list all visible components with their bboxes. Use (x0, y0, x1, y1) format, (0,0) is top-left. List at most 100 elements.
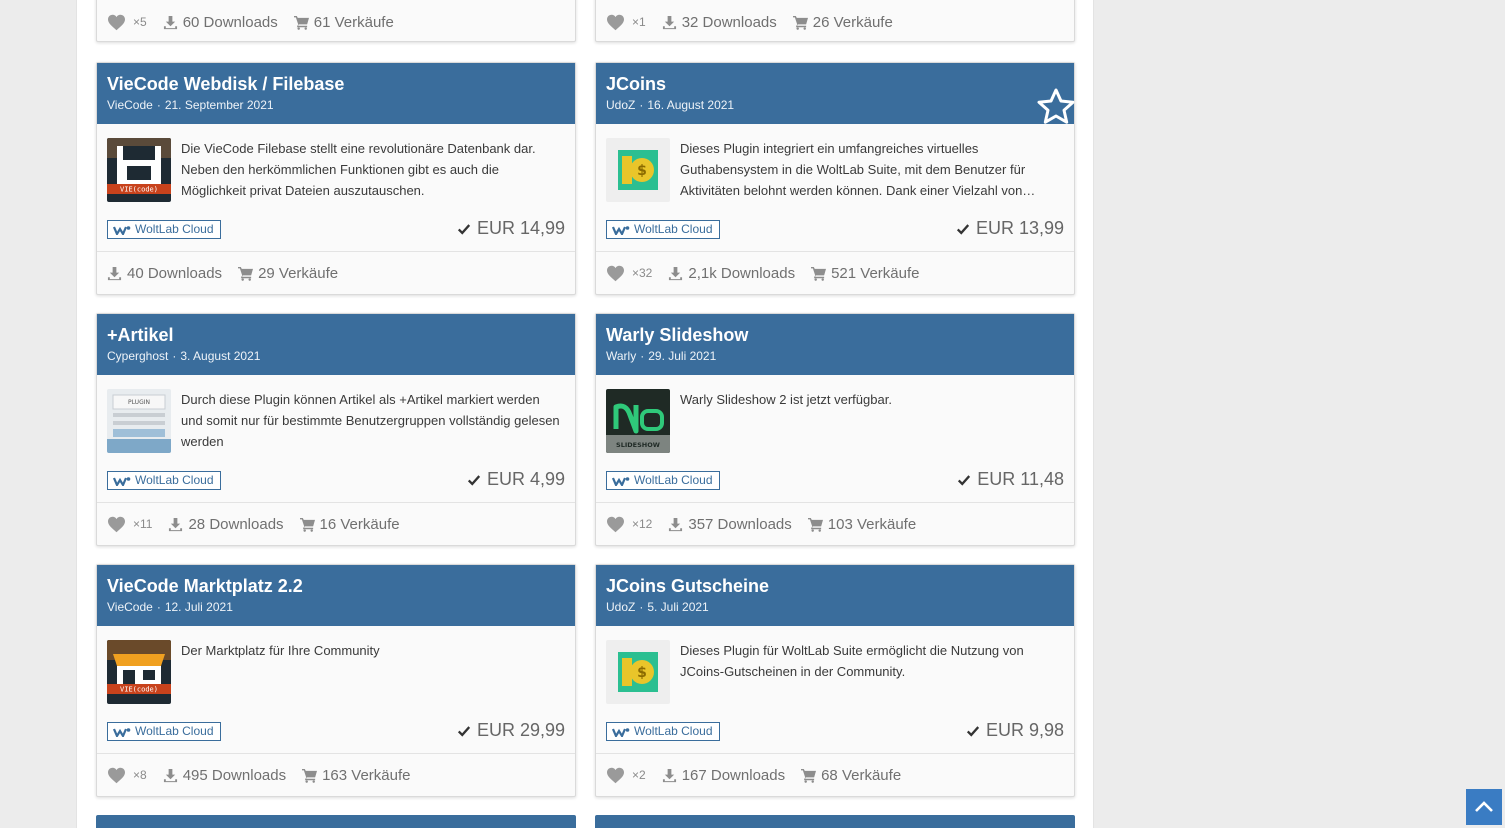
product-price: EUR 9,98 (966, 720, 1064, 741)
partial-card-right: ×1 32 Downloads 26 Verkäufe (595, 0, 1075, 42)
product-description: Durch diese Plugin können Artikel als +A… (181, 392, 560, 449)
likes-stat[interactable]: ×8 (107, 767, 147, 784)
product-description: Warly Slideshow 2 ist jetzt verfügbar. (680, 392, 892, 407)
author-link[interactable]: VieCode (107, 600, 153, 614)
woltlab-cloud-badge: WoltLab Cloud (107, 471, 221, 490)
card-header[interactable]: JCoins UdoZ · 16. August 2021 (596, 63, 1075, 124)
cart-icon (792, 15, 808, 30)
sales-stat: 163 Verkäufe (302, 767, 411, 784)
author-link[interactable]: Warly (606, 349, 636, 363)
likes-stat[interactable]: ×1 (606, 14, 646, 31)
likes-stat[interactable]: ×32 (606, 265, 652, 282)
product-thumbnail[interactable]: PLUGIN (107, 389, 171, 453)
check-icon (467, 474, 481, 486)
likes-stat[interactable]: ×11 (107, 516, 152, 533)
woltlab-cloud-badge: WoltLab Cloud (606, 722, 720, 741)
product-price: EUR 4,99 (467, 469, 565, 490)
product-title[interactable]: JCoins Gutscheine (606, 575, 1064, 597)
cart-icon (238, 266, 254, 281)
partial-card-left: ×5 60 Downloads 61 Verkäufe (96, 0, 576, 42)
heart-icon (607, 767, 624, 783)
download-icon (669, 266, 683, 280)
product-date: 12. Juli 2021 (164, 600, 233, 614)
product-card[interactable]: Warly Slideshow Warly · 29. Juli 2021 SLID… (595, 313, 1075, 546)
likes-stat[interactable]: ×2 (606, 767, 646, 784)
product-meta: UdoZ · 16. August 2021 (606, 98, 735, 112)
scroll-to-top-button[interactable] (1466, 789, 1502, 825)
likes-stat[interactable]: ×5 (107, 14, 147, 31)
jcoins-logo: $ (606, 138, 670, 202)
product-thumbnail[interactable]: VIE(code) (107, 138, 171, 202)
svg-text:PLUGIN: PLUGIN (128, 399, 150, 406)
product-title[interactable]: Warly Slideshow (606, 324, 1064, 346)
product-card[interactable]: +Artikel Cyperghost · 3. August 2021 PLUGI… (96, 313, 576, 546)
product-thumbnail[interactable]: SLIDESHOW (606, 389, 670, 453)
product-date: 16. August 2021 (647, 98, 735, 112)
card-header[interactable]: Warly Slideshow Warly · 29. Juli 2021 (596, 314, 1074, 375)
product-meta: VieCode · 21. September 2021 (107, 98, 274, 112)
warly-slideshow-logo: SLIDESHOW (606, 389, 670, 453)
sales-stat: 68 Verkäufe (801, 767, 901, 784)
card-header[interactable]: +Artikel Cyperghost · 3. August 2021 (97, 314, 575, 375)
viecode-filebase-logo: VIE(code) (107, 138, 171, 202)
downloads-stat: 167 Downloads (662, 767, 785, 784)
product-title[interactable]: VieCode Webdisk / Filebase (107, 73, 565, 95)
cart-icon (293, 15, 309, 30)
product-description: Die VieCode Filebase stellt eine revolut… (181, 141, 536, 198)
plus-artikel-logo: PLUGIN (107, 389, 171, 453)
sales-stat: 103 Verkäufe (807, 516, 916, 533)
svg-text:VIE(code): VIE(code) (120, 686, 158, 694)
cart-icon (302, 768, 318, 783)
product-thumbnail[interactable]: $ (606, 640, 670, 704)
author-link[interactable]: UdoZ (606, 600, 635, 614)
product-thumbnail[interactable]: $ (606, 138, 670, 202)
product-card[interactable]: JCoins Gutscheine UdoZ · 5. Juli 2021 $ Di… (595, 564, 1075, 797)
viecode-marktplatz-logo: VIE(code) (107, 640, 171, 704)
product-price: EUR 11,48 (957, 469, 1064, 490)
partial-card-header[interactable] (595, 815, 1075, 828)
svg-text:$: $ (637, 163, 647, 179)
product-date: 29. Juli 2021 (648, 349, 717, 363)
check-icon (457, 725, 471, 737)
likes-stat[interactable]: ×12 (606, 516, 652, 533)
check-icon (457, 223, 471, 235)
product-card[interactable]: JCoins UdoZ · 16. August 2021 $ Dieses Plu… (595, 62, 1075, 295)
product-date: 5. Juli 2021 (647, 600, 709, 614)
product-title[interactable]: +Artikel (107, 324, 565, 346)
heart-icon (607, 265, 624, 281)
woltlab-cloud-badge: WoltLab Cloud (606, 220, 720, 239)
product-meta: UdoZ · 5. Juli 2021 (606, 600, 709, 614)
chevron-up-icon (1475, 801, 1493, 812)
cart-icon (811, 266, 827, 281)
heart-icon (108, 14, 125, 30)
author-link[interactable]: UdoZ (606, 98, 635, 112)
sales-stat: 16 Verkäufe (299, 516, 400, 533)
product-card[interactable]: VieCode Marktplatz 2.2 VieCode · 12. Juli … (96, 564, 576, 797)
product-description: Dieses Plugin für WoltLab Suite ermöglic… (680, 643, 1024, 679)
sales-stat: 26 Verkäufe (792, 14, 893, 31)
partial-card-header[interactable] (96, 815, 576, 828)
sales-stat: 521 Verkäufe (811, 265, 920, 282)
product-description: Dieses Plugin integriert ein umfangreich… (680, 141, 1036, 198)
product-meta: Cyperghost · 3. August 2021 (107, 349, 261, 363)
downloads-stat: 32 Downloads (662, 14, 777, 31)
card-header[interactable]: VieCode Marktplatz 2.2 VieCode · 12. Juli … (97, 565, 575, 626)
product-price: EUR 14,99 (457, 218, 565, 239)
woltlab-icon (113, 476, 131, 486)
author-link[interactable]: Cyperghost (107, 349, 168, 363)
sales-stat: 29 Verkäufe (238, 265, 338, 282)
product-card[interactable]: VieCode Webdisk / Filebase VieCode · 21. S… (96, 62, 576, 295)
product-title[interactable]: JCoins (606, 73, 1064, 95)
product-title[interactable]: VieCode Marktplatz 2.2 (107, 575, 565, 597)
card-header[interactable]: VieCode Webdisk / Filebase VieCode · 21. S… (97, 63, 575, 124)
product-meta: VieCode · 12. Juli 2021 (107, 600, 233, 614)
downloads-stat: 2,1k Downloads (668, 265, 795, 282)
downloads-stat: 28 Downloads (168, 516, 284, 533)
woltlab-cloud-badge: WoltLab Cloud (606, 471, 720, 490)
content-column: ×5 60 Downloads 61 Verkäufe ×1 32 Downlo… (76, 0, 1094, 828)
woltlab-cloud-badge: WoltLab Cloud (107, 220, 221, 239)
card-header[interactable]: JCoins Gutscheine UdoZ · 5. Juli 2021 (596, 565, 1074, 626)
product-thumbnail[interactable]: VIE(code) (107, 640, 171, 704)
author-link[interactable]: VieCode (107, 98, 153, 112)
download-icon (662, 768, 676, 782)
